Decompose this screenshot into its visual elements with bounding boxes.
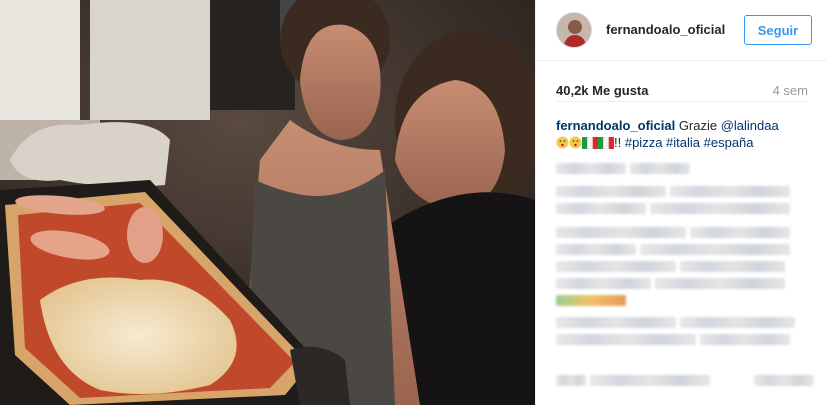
blurred-comment [556,160,694,178]
blurred-comment [556,258,789,276]
avatar-image [557,13,591,47]
username-link[interactable]: fernandoalo_oficial [606,22,725,37]
blurred-comment [556,372,818,390]
hashtag-italia[interactable]: #italia [666,135,700,150]
caption-text-start: Grazie [675,118,721,133]
kissing-heart-emoji [556,136,569,153]
hashtag-espana[interactable]: #españa [704,135,754,150]
hashtag-pizza[interactable]: #pizza [625,135,663,150]
follow-button[interactable]: Seguir [744,15,812,45]
blurred-comment [556,331,794,349]
caption-mention[interactable]: @lalindaa [721,118,779,133]
caption: fernandoalo_oficial Grazie @lalindaa !! … [556,117,808,153]
avatar[interactable] [556,12,592,48]
blurred-comment [556,292,630,310]
blurred-comment [556,224,794,242]
post-sidebar: fernandoalo_oficial Seguir 40,2k Me gust… [535,0,827,405]
kissing-heart-emoji [569,136,582,153]
post-image [0,0,535,405]
flag-italy-emoji [598,136,614,153]
caption-author[interactable]: fernandoalo_oficial [556,118,675,133]
blurred-comment [556,200,794,218]
blurred-comment [556,314,799,332]
instagram-post: fernandoalo_oficial Seguir 40,2k Me gust… [0,0,827,405]
caption-text-mid: !! [614,135,625,150]
post-time[interactable]: 4 sem [773,83,808,98]
blurred-comment [556,275,789,293]
likes-row: 40,2k Me gusta 4 sem [556,83,808,102]
flag-italy-emoji [582,136,598,153]
post-photo[interactable] [0,0,535,405]
post-header: fernandoalo_oficial Seguir [536,0,827,61]
blurred-comment [556,183,794,201]
likes-count[interactable]: 40,2k Me gusta [556,83,649,98]
blurred-comment [556,241,794,259]
